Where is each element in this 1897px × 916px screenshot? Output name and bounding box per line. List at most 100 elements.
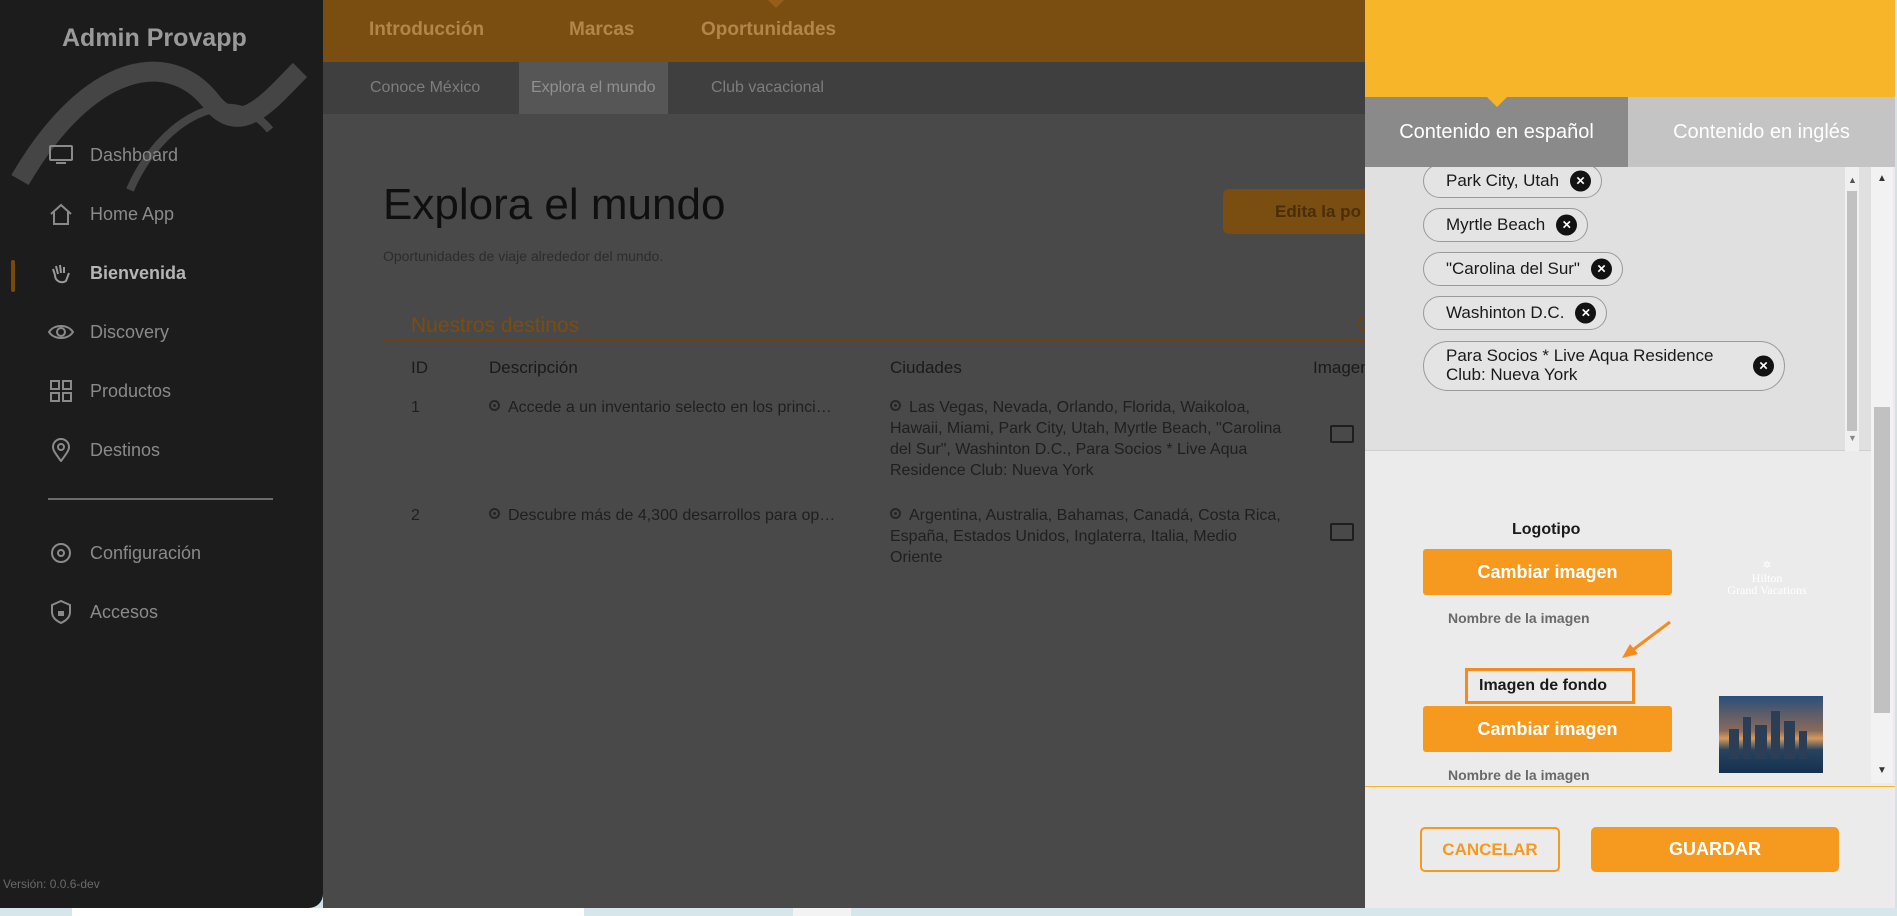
strip-segment [72,908,584,916]
logo-image-name: Nombre de la imagen [1448,610,1590,626]
tags-scrollbar[interactable]: ▲ ▼ [1845,167,1859,451]
sidebar-item-dashboard[interactable]: Dashboard [48,142,178,168]
column-header-imagen: Imagen [1313,358,1370,377]
background-image-label: Imagen de fondo [1479,677,1607,694]
active-tab-caret [768,0,784,8]
annotation-arrow-icon [1622,620,1671,658]
page-title: Explora el mundo [383,180,726,229]
tag-chip: Para Socios * Live Aqua Residence Club: … [1423,341,1785,391]
column-header-ciudades: Ciudades [890,358,962,377]
panel-header [1365,0,1895,97]
tab-oportunidades[interactable]: Oportunidades [701,19,836,41]
tag-label: Park City, Utah [1446,171,1560,190]
subtab-explora-el-mundo[interactable]: Explora el mundo [519,62,668,114]
tag-label: Myrtle Beach [1446,215,1546,234]
panel-language-tabs: Contenido en español Contenido en inglés [1365,97,1895,167]
tab-contenido-ingles[interactable]: Contenido en inglés [1628,97,1895,167]
sidebar-item-label: Configuración [90,542,202,563]
tag-label: Washinton D.C. [1446,303,1565,322]
tab-contenido-espanol[interactable]: Contenido en español [1365,97,1628,167]
destinations-tag-list: Park City, Utah × Myrtle Beach × "Caroli… [1365,167,1877,451]
brand-watermark [11,61,308,192]
tab-marcas[interactable]: Marcas [569,19,635,41]
sidebar-item-label: Home App [90,203,175,224]
scroll-up-icon[interactable]: ▲ [1848,175,1857,185]
subtab-conoce-mexico[interactable]: Conoce México [358,62,492,114]
section-title: Nuestros destinos [411,314,580,337]
tag-chip: Park City, Utah × [1423,167,1603,198]
table-row-id: 1 [411,399,420,416]
tag-chip: "Carolina del Sur" × [1423,252,1623,286]
grid-icon [48,378,74,404]
scroll-down-icon[interactable]: ▼ [1877,765,1887,776]
remove-tag-icon[interactable]: × [1590,258,1612,280]
logo-label: Logotipo [1512,521,1581,538]
remove-tag-icon[interactable]: × [1753,355,1774,377]
sidebar-item-label: Accesos [90,601,159,622]
table-row-description: Accede a un inventario selecto en los pr… [489,397,879,418]
bullet-icon [489,508,500,519]
home-icon [48,201,74,227]
cities-text: Las Vegas, Nevada, Orlando, Florida, Wai… [890,399,1282,479]
remove-tag-icon[interactable]: × [1575,302,1597,324]
remove-tag-icon[interactable]: × [1570,170,1592,192]
section-divider [383,340,1365,341]
subtab-club-vacacional[interactable]: Club vacacional [699,62,836,114]
app-brand: Admin Provapp [62,24,247,52]
sidebar-item-productos[interactable]: Productos [48,378,171,404]
image-icon[interactable] [1330,425,1354,443]
cities-text: Argentina, Australia, Bahamas, Canadá, C… [890,507,1281,566]
tag-chip: Myrtle Beach × [1423,208,1589,242]
image-icon[interactable] [1330,523,1354,541]
table-row-id: 2 [411,507,420,524]
version-label: Versión: 0.0.6-dev [3,877,100,891]
description-text: Descubre más de 4,300 desarrollos para o… [508,507,836,524]
scrollbar-thumb[interactable] [1847,191,1857,431]
nav-active-indicator [11,260,15,292]
table-row-description: Descubre más de 4,300 desarrollos para o… [489,505,879,526]
table-row-cities: Argentina, Australia, Bahamas, Canadá, C… [890,505,1290,568]
hilton-logo-image: ✲ Hilton Grand Vacations [1727,560,1807,597]
scrollbar-thumb[interactable] [1874,407,1890,713]
wave-hand-icon [48,260,74,286]
sidebar-item-label: Bienvenida [90,262,187,283]
column-header-descripcion: Descripción [489,358,578,377]
scroll-down-icon[interactable]: ▼ [1848,433,1857,443]
sidebar-item-accesos[interactable]: Accesos [48,599,158,625]
page-subtitle: Oportunidades de viaje alrededor del mun… [383,248,664,264]
change-background-button[interactable]: Cambiar imagen [1423,706,1672,752]
sidebar-item-label: Productos [90,380,172,401]
bullet-icon [890,508,901,519]
scroll-up-icon[interactable]: ▲ [1877,173,1887,184]
eye-icon [48,319,74,345]
sidebar-item-home-app[interactable]: Home App [48,201,174,227]
top-navigation: Introducción Marcas Oportunidades [323,0,1365,62]
edit-page-button[interactable]: Edita la po [1223,189,1365,234]
sidebar-item-label: Discovery [90,321,170,342]
column-header-id: ID [411,358,428,377]
monitor-icon [48,142,74,168]
strip-segment [793,908,851,916]
sidebar-item-discovery[interactable]: Discovery [48,319,169,345]
sidebar-divider [48,498,273,500]
main-content: Explora el mundo Oportunidades de viaje … [323,114,1374,908]
panel-scrollbar[interactable]: ▲ ▼ [1871,167,1893,783]
background-image-name: Nombre de la imagen [1448,767,1590,783]
tab-introduccion[interactable]: Introducción [369,19,484,41]
sidebar-item-label: Destinos [90,439,161,460]
sidebar-item-destinos[interactable]: Destinos [48,437,160,463]
sidebar-item-label: Dashboard [90,144,179,165]
save-button[interactable]: GUARDAR [1591,827,1839,872]
tag-label: "Carolina del Sur" [1446,259,1580,278]
sub-navigation: Conoce México Explora el mundo Club vaca… [323,62,1365,114]
sidebar-item-bienvenida[interactable]: Bienvenida [48,260,186,286]
bullet-icon [890,400,901,411]
location-pin-icon [48,437,74,463]
change-logo-button[interactable]: Cambiar imagen [1423,549,1672,595]
description-text: Accede a un inventario selecto en los pr… [508,399,832,416]
cancel-button[interactable]: CANCELAR [1420,827,1560,872]
remove-tag-icon[interactable]: × [1556,214,1578,236]
background-image-thumbnail [1719,696,1823,773]
table-row-cities: Las Vegas, Nevada, Orlando, Florida, Wai… [890,397,1290,481]
sidebar-item-configuracion[interactable]: Configuración [48,540,201,566]
